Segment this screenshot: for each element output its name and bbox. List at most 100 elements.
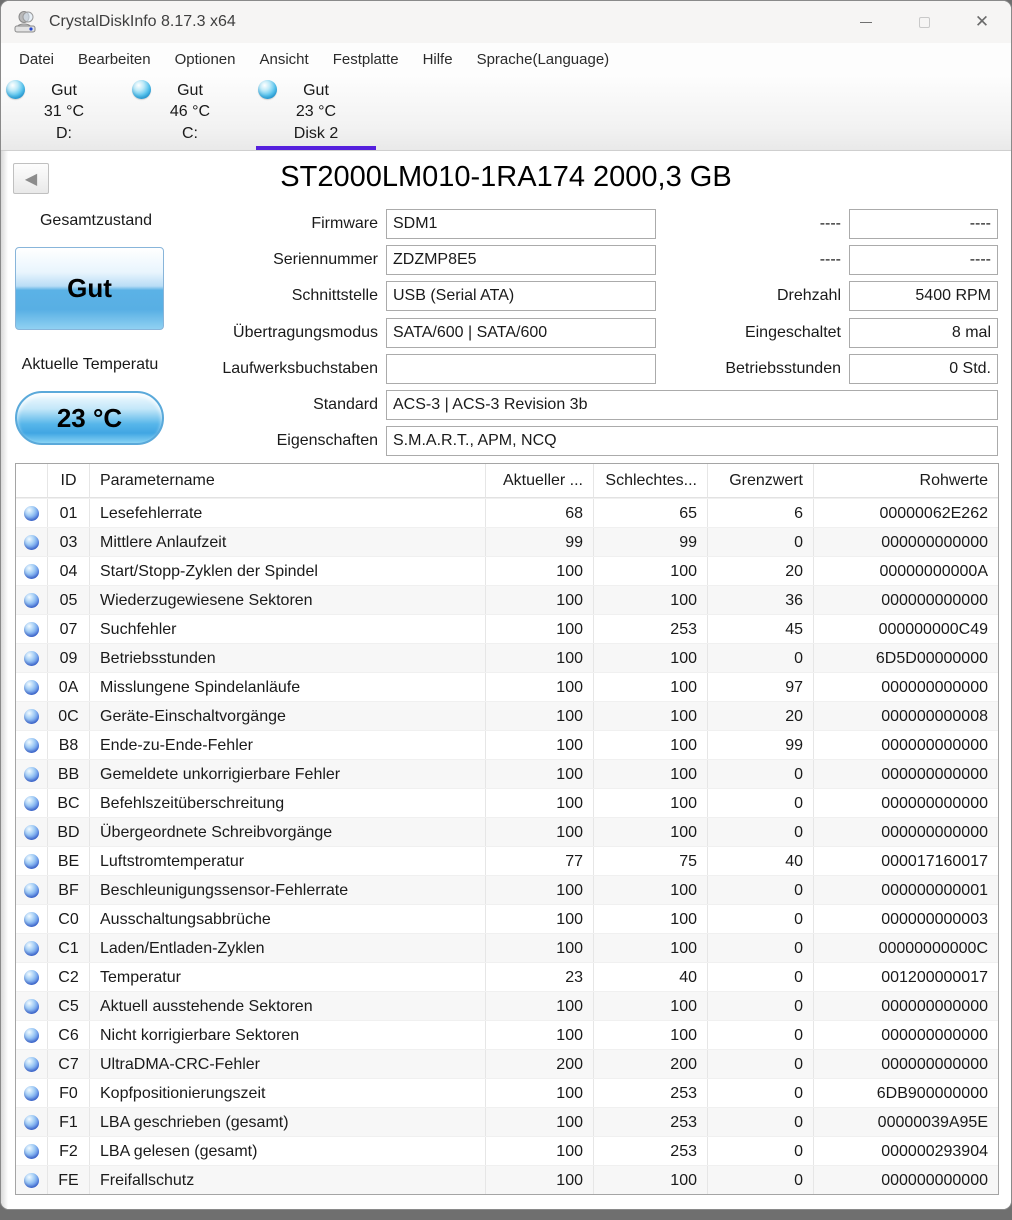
smart-status-cell: [16, 615, 48, 643]
worst-value: 100: [594, 992, 708, 1020]
smart-row-BE[interactable]: BELuftstromtemperatur777540000017160017: [16, 846, 998, 875]
smart-row-03[interactable]: 03Mittlere Anlaufzeit99990000000000000: [16, 527, 998, 556]
current-value: 100: [486, 789, 594, 817]
drive-tab-0[interactable]: Gut31 °CD:: [1, 76, 127, 150]
attribute-name: Nicht korrigierbare Sektoren: [90, 1021, 486, 1049]
threshold-value: 0: [708, 818, 814, 846]
smart-status-cell: [16, 1021, 48, 1049]
attribute-id: C0: [48, 905, 90, 933]
smart-row-04[interactable]: 04Start/Stopp-Zyklen der Spindel10010020…: [16, 556, 998, 585]
menu-item-1[interactable]: Bearbeiten: [66, 43, 163, 76]
status-orb-icon: [24, 970, 39, 985]
current-value: 68: [486, 499, 594, 527]
close-button[interactable]: ✕: [953, 1, 1011, 43]
smart-row-BD[interactable]: BDÜbergeordnete Schreibvorgänge100100000…: [16, 817, 998, 846]
smart-row-BC[interactable]: BCBefehlszeitüberschreitung1001000000000…: [16, 788, 998, 817]
status-orb-icon: [24, 738, 39, 753]
smart-row-BF[interactable]: BFBeschleunigungssensor-Fehlerrate100100…: [16, 875, 998, 904]
raw-value: 000000000008: [814, 702, 998, 730]
maximize-button[interactable]: [895, 1, 953, 43]
current-value: 100: [486, 1108, 594, 1136]
smart-status-cell: [16, 963, 48, 991]
smart-status-cell: [16, 992, 48, 1020]
threshold-value: 0: [708, 760, 814, 788]
smart-status-cell: [16, 557, 48, 585]
menu-item-3[interactable]: Ansicht: [247, 43, 320, 76]
attribute-name: Wiederzugewiesene Sektoren: [90, 586, 486, 614]
attribute-name: Temperatur: [90, 963, 486, 991]
smart-row-C5[interactable]: C5Aktuell ausstehende Sektoren1001000000…: [16, 991, 998, 1020]
status-orb-icon: [24, 1086, 39, 1101]
field-value-wide-0: ACS-3 | ACS-3 Revision 3b: [386, 390, 998, 420]
smart-status-cell: [16, 702, 48, 730]
smart-row-FE[interactable]: FEFreifallschutz1001000000000000000: [16, 1165, 998, 1194]
attribute-id: F2: [48, 1137, 90, 1165]
drive-tab-label: Disk 2: [253, 123, 379, 145]
drive-status-orb-icon: [132, 80, 151, 99]
drive-tab-2[interactable]: Gut23 °CDisk 2: [253, 76, 379, 150]
attribute-name: Kopfpositionierungszeit: [90, 1079, 486, 1107]
menu-item-4[interactable]: Festplatte: [321, 43, 411, 76]
raw-value: 00000062E262: [814, 499, 998, 527]
smart-header-cell-0: [16, 464, 48, 497]
current-value: 100: [486, 1079, 594, 1107]
smart-row-0C[interactable]: 0CGeräte-Einschaltvorgänge10010020000000…: [16, 701, 998, 730]
field-label-left-0: Firmware: [101, 209, 382, 239]
smart-row-C1[interactable]: C1Laden/Entladen-Zyklen10010000000000000…: [16, 933, 998, 962]
smart-row-C0[interactable]: C0Ausschaltungsabbrüche10010000000000000…: [16, 904, 998, 933]
attribute-id: 05: [48, 586, 90, 614]
field-label-left-1: Seriennummer: [101, 245, 382, 275]
raw-value: 00000000000C: [814, 934, 998, 962]
raw-value: 000017160017: [814, 847, 998, 875]
smart-row-09[interactable]: 09Betriebsstunden10010006D5D00000000: [16, 643, 998, 672]
menu-item-2[interactable]: Optionen: [163, 43, 248, 76]
threshold-value: 0: [708, 644, 814, 672]
current-value: 100: [486, 673, 594, 701]
menu-item-6[interactable]: Sprache(Language): [465, 43, 622, 76]
smart-row-05[interactable]: 05Wiederzugewiesene Sektoren100100360000…: [16, 585, 998, 614]
smart-row-BB[interactable]: BBGemeldete unkorrigierbare Fehler100100…: [16, 759, 998, 788]
threshold-value: 0: [708, 1166, 814, 1194]
minimize-button[interactable]: [837, 1, 895, 43]
smart-row-F2[interactable]: F2LBA gelesen (gesamt)100253000000029390…: [16, 1136, 998, 1165]
field-label-right-4: Betriebsstunden: [641, 354, 845, 384]
threshold-value: 0: [708, 876, 814, 904]
status-orb-icon: [24, 854, 39, 869]
threshold-value: 0: [708, 1137, 814, 1165]
field-label-left-4: Laufwerksbuchstaben: [101, 354, 382, 384]
current-value: 200: [486, 1050, 594, 1078]
smart-row-01[interactable]: 01Lesefehlerrate6865600000062E262: [16, 498, 998, 527]
threshold-value: 0: [708, 789, 814, 817]
threshold-value: 45: [708, 615, 814, 643]
status-orb-icon: [24, 941, 39, 956]
drive-tab-1[interactable]: Gut46 °CC:: [127, 76, 253, 150]
smart-row-C2[interactable]: C2Temperatur23400001200000017: [16, 962, 998, 991]
menu-item-5[interactable]: Hilfe: [411, 43, 465, 76]
threshold-value: 0: [708, 1079, 814, 1107]
smart-row-F0[interactable]: F0Kopfpositionierungszeit10025306DB90000…: [16, 1078, 998, 1107]
field-value-right-3: 8 mal: [849, 318, 998, 348]
field-value-left-0: SDM1: [386, 209, 656, 239]
threshold-value: 40: [708, 847, 814, 875]
current-value: 100: [486, 644, 594, 672]
selected-tab-underline: [256, 146, 376, 150]
smart-row-B8[interactable]: B8Ende-zu-Ende-Fehler1001009900000000000…: [16, 730, 998, 759]
attribute-name: Freifallschutz: [90, 1166, 486, 1194]
smart-row-C6[interactable]: C6Nicht korrigierbare Sektoren1001000000…: [16, 1020, 998, 1049]
field-value-right-1: ----: [849, 245, 998, 275]
smart-row-0A[interactable]: 0AMisslungene Spindelanläufe100100970000…: [16, 672, 998, 701]
smart-row-C7[interactable]: C7UltraDMA-CRC-Fehler2002000000000000000: [16, 1049, 998, 1078]
threshold-value: 97: [708, 673, 814, 701]
attribute-id: C6: [48, 1021, 90, 1049]
raw-value: 00000000000A: [814, 557, 998, 585]
field-label-left-3: Übertragungsmodus: [101, 318, 382, 348]
menu-item-0[interactable]: Datei: [7, 43, 66, 76]
smart-status-cell: [16, 731, 48, 759]
smart-table-header: IDParameternameAktueller ...Schlechtes..…: [16, 464, 998, 498]
drive-tab-band: Gut31 °CD:Gut46 °CC:Gut23 °CDisk 2: [1, 76, 1011, 151]
current-value: 100: [486, 615, 594, 643]
smart-row-F1[interactable]: F1LBA geschrieben (gesamt)10025300000003…: [16, 1107, 998, 1136]
smart-status-cell: [16, 847, 48, 875]
smart-row-07[interactable]: 07Suchfehler10025345000000000C49: [16, 614, 998, 643]
field-value-left-2: USB (Serial ATA): [386, 281, 656, 311]
